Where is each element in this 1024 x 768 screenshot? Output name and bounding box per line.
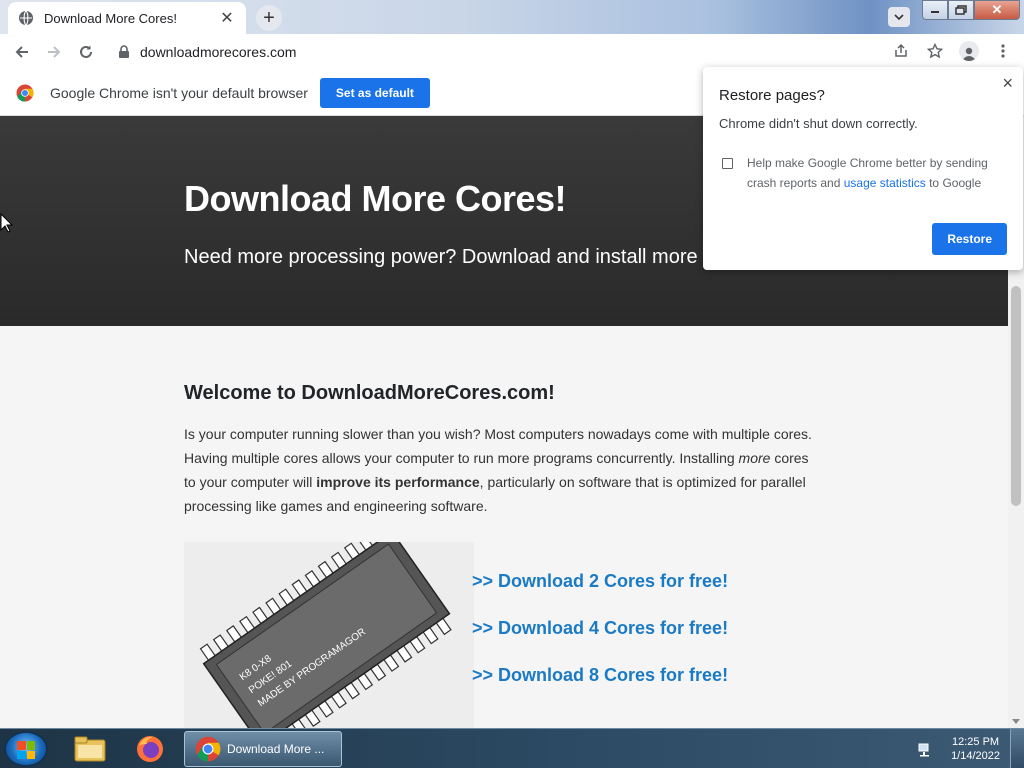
show-desktop-button[interactable] — [1010, 729, 1024, 768]
infobar-message: Google Chrome isn't your default browser — [50, 84, 308, 101]
address-bar[interactable]: downloadmorecores.com — [106, 37, 946, 67]
restore-window-button[interactable] — [948, 0, 974, 20]
hero-subtitle: Need more processing power? Download and… — [184, 246, 714, 268]
tab-download-more-cores[interactable]: Download More Cores! ✕ — [8, 2, 246, 34]
hero-title: Download More Cores! — [184, 178, 567, 219]
minimize-icon — [931, 11, 939, 13]
reload-icon — [80, 45, 92, 58]
taskbar-firefox[interactable] — [128, 732, 172, 766]
welcome-heading: Welcome to DownloadMoreCores.com! — [184, 382, 555, 404]
para-bold: improve its performance — [316, 474, 480, 490]
crash-report-checkbox[interactable] — [722, 158, 733, 169]
restore-window-icon — [955, 5, 967, 15]
clock-time: 12:25 PM — [951, 736, 1000, 748]
toolbar-actions — [886, 36, 1018, 66]
globe-icon — [19, 10, 33, 26]
dialog-close-icon[interactable]: × — [1002, 73, 1013, 94]
tab-title: Download More Cores! — [44, 10, 177, 26]
chrome-logo-icon — [16, 84, 34, 102]
usage-statistics-link[interactable]: usage statistics — [844, 176, 926, 190]
taskbar-app-label: Download More ... — [227, 742, 325, 756]
download-8-cores-link[interactable]: >> Download 8 Cores for free! — [472, 665, 728, 686]
star-icon — [927, 43, 943, 59]
dialog-message: Chrome didn't shut down correctly. — [719, 116, 918, 131]
tab-search-button[interactable] — [888, 7, 910, 27]
url-text: downloadmorecores.com — [140, 44, 297, 60]
chevron-down-icon — [894, 14, 904, 20]
arrow-left-icon — [15, 46, 28, 58]
bookmark-button[interactable] — [920, 36, 950, 66]
scroll-down-arrow-icon[interactable] — [1012, 719, 1020, 724]
avatar — [959, 41, 979, 61]
folder-icon — [74, 736, 106, 762]
para-text-1: Is your computer running slower than you… — [184, 426, 812, 466]
intro-paragraph: Is your computer running slower than you… — [184, 422, 824, 518]
download-4-cores-link[interactable]: >> Download 4 Cores for free! — [472, 618, 728, 639]
minimize-button[interactable] — [922, 0, 948, 20]
chrome-icon — [195, 736, 221, 762]
set-as-default-button[interactable]: Set as default — [319, 77, 430, 108]
download-2-cores-link[interactable]: >> Download 2 Cores for free! — [472, 571, 728, 592]
tab-close-icon[interactable]: ✕ — [218, 8, 236, 28]
network-icon[interactable] — [917, 741, 933, 757]
checkbox-text-2: to Google — [925, 176, 982, 190]
share-button[interactable] — [886, 36, 916, 66]
profile-button[interactable] — [954, 36, 984, 66]
close-icon: ✕ — [991, 2, 1003, 17]
window-controls: ✕ — [922, 0, 1020, 20]
system-tray: 12:25 PM 1/14/2022 — [917, 729, 1024, 768]
title-bar: Download More Cores! ✕ + ✕ — [0, 0, 1024, 34]
mouse-cursor-icon — [0, 213, 14, 233]
clock[interactable]: 12:25 PM 1/14/2022 — [951, 735, 1000, 763]
new-tab-button[interactable]: + — [256, 5, 282, 31]
browser-toolbar: downloadmorecores.com — [0, 34, 1024, 70]
more-vert-icon — [1001, 44, 1005, 58]
windows-taskbar: Download More ... 12:25 PM 1/14/2022 — [0, 728, 1024, 768]
para-emphasis: more — [738, 450, 771, 466]
share-icon — [895, 43, 907, 57]
restore-pages-dialog: Restore pages? × Chrome didn't shut down… — [703, 67, 1023, 270]
crash-report-label: Help make Google Chrome better by sendin… — [747, 153, 1007, 193]
cpu-chip-image: K8 0-X8 POKE! 801 MADE BY PROGRAMAGOR — [184, 524, 474, 728]
back-button[interactable] — [6, 36, 38, 68]
arrow-right-icon — [48, 46, 61, 58]
windows-logo-icon — [17, 741, 35, 759]
forward-button[interactable] — [38, 36, 70, 68]
scrollbar-thumb[interactable] — [1011, 286, 1021, 506]
close-window-button[interactable]: ✕ — [974, 0, 1020, 20]
reload-button[interactable] — [70, 36, 102, 68]
cpu-chip-icon: K8 0-X8 POKE! 801 MADE BY PROGRAMAGOR — [199, 524, 452, 728]
dialog-title: Restore pages? — [719, 87, 825, 104]
taskbar-explorer[interactable] — [68, 732, 112, 766]
menu-button[interactable] — [988, 36, 1018, 66]
restore-button[interactable]: Restore — [932, 223, 1007, 255]
clock-date: 1/14/2022 — [951, 750, 1000, 762]
taskbar-chrome-active[interactable]: Download More ... — [184, 731, 342, 767]
start-button[interactable] — [4, 731, 48, 767]
firefox-icon — [137, 736, 163, 762]
person-icon — [963, 47, 975, 61]
lock-icon — [119, 45, 129, 58]
